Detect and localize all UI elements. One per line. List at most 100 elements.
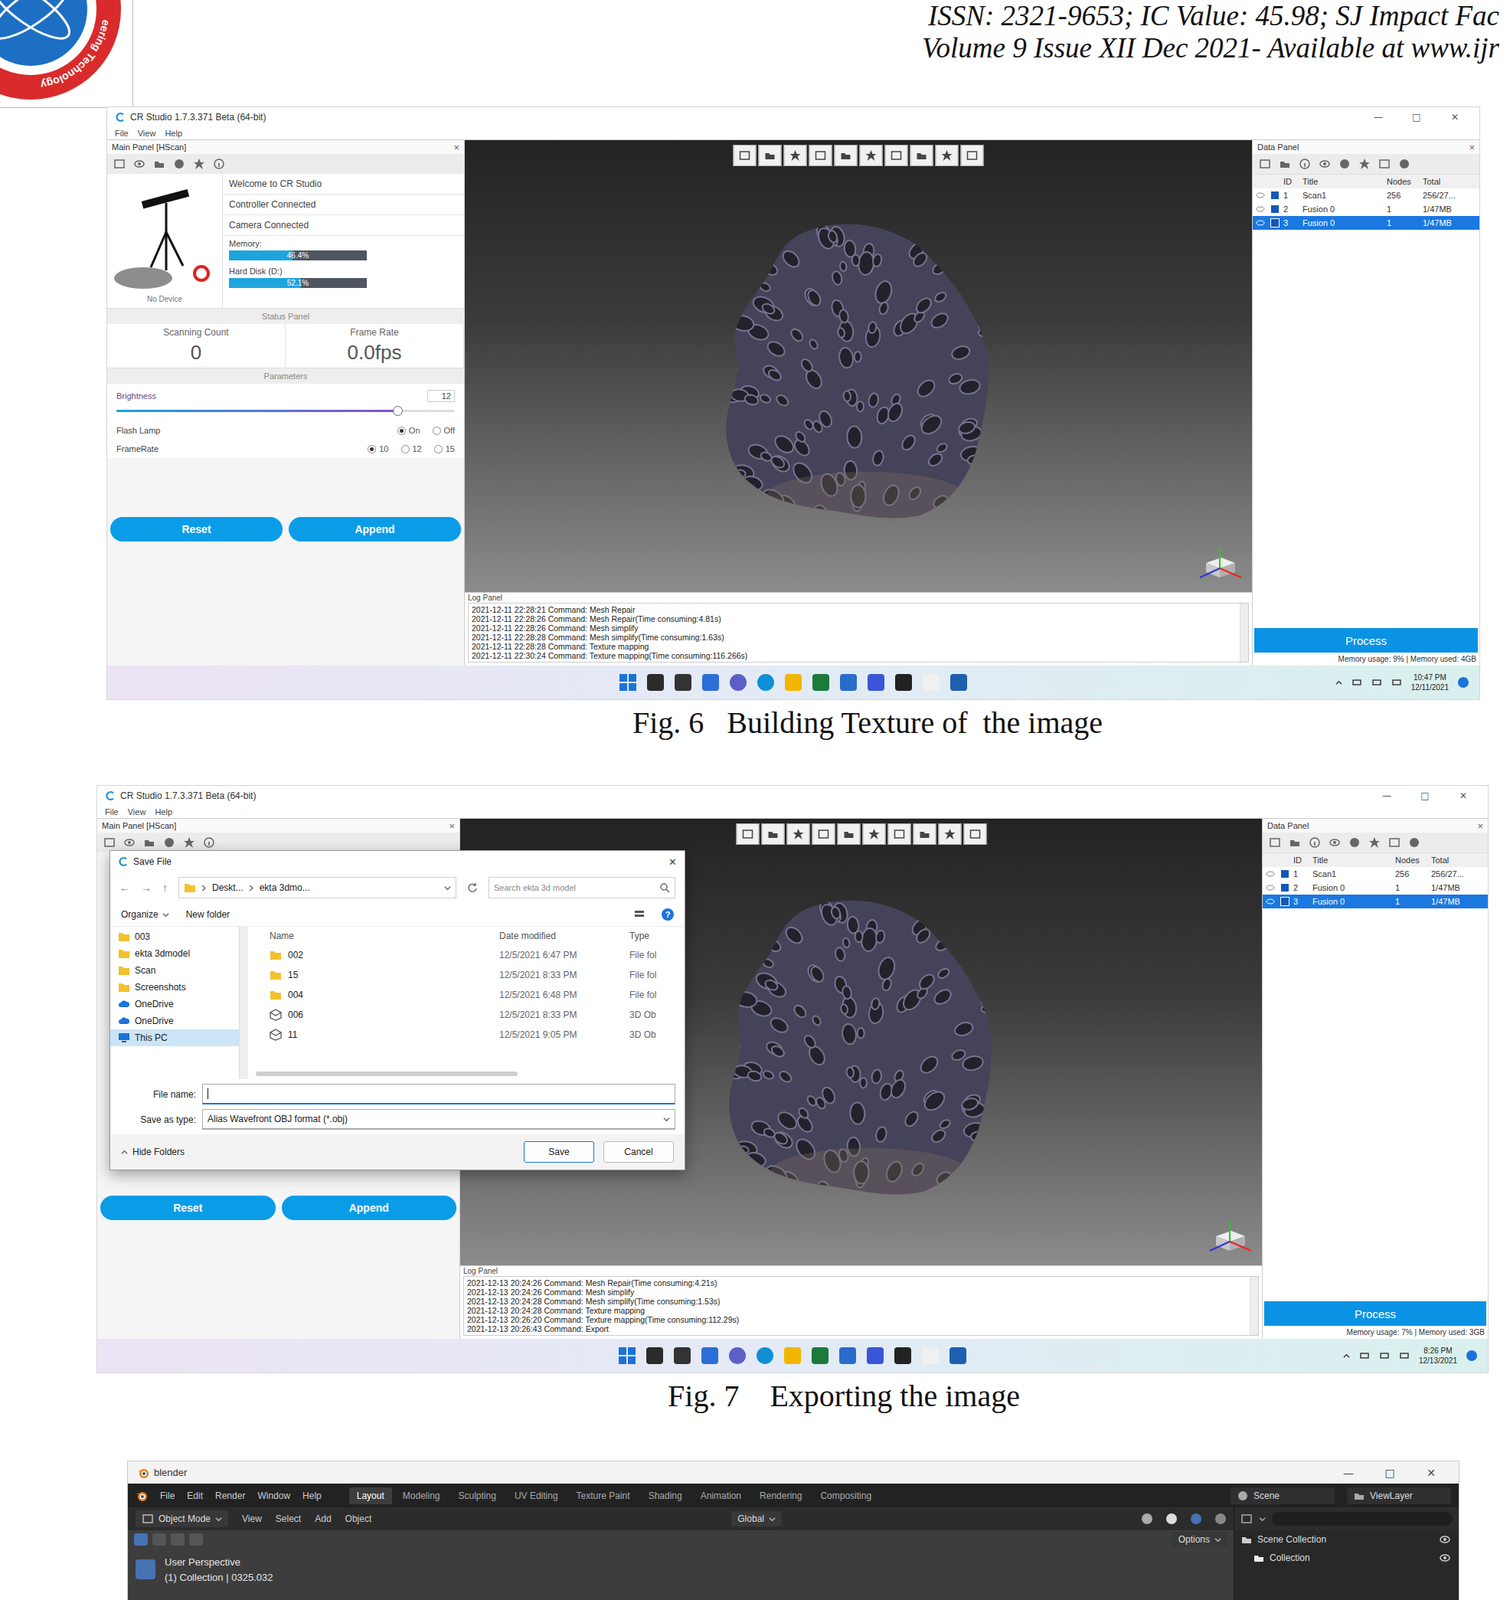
process-button[interactable]: Process xyxy=(1254,627,1478,653)
menu-item[interactable]: Add xyxy=(314,1513,331,1524)
tool-icon[interactable] xyxy=(1318,157,1331,170)
tool-icon[interactable] xyxy=(113,157,126,170)
outliner-item[interactable]: Collection xyxy=(1234,1548,1459,1567)
taskbar-app-icon[interactable] xyxy=(784,1346,801,1364)
tool-icon[interactable] xyxy=(1288,836,1301,849)
window-control[interactable]: — xyxy=(1369,790,1404,801)
visibility-eye-icon[interactable] xyxy=(1265,884,1275,891)
tool-icon[interactable] xyxy=(212,157,226,170)
dialog-tool[interactable]: New folder xyxy=(186,908,230,920)
view-tool-button[interactable] xyxy=(938,823,961,845)
tool-icon[interactable] xyxy=(192,157,206,170)
radio-option[interactable]: 15 xyxy=(434,444,455,454)
dialog-close[interactable]: ✕ xyxy=(668,856,677,868)
select-tool-icon[interactable] xyxy=(135,1559,156,1579)
path-segment[interactable]: Deskt... xyxy=(212,882,244,893)
data-table-row[interactable]: 3Fusion 011/47MB xyxy=(1252,215,1480,230)
dropdown[interactable]: Global xyxy=(731,1510,782,1527)
radio-option[interactable]: On xyxy=(397,425,421,435)
file-row[interactable]: 00412/5/2021 6:48 PMFile fol xyxy=(248,984,685,1005)
tree-item[interactable]: Scan xyxy=(110,961,239,979)
visibility-eye-icon[interactable] xyxy=(1255,205,1265,213)
view-tool-button[interactable] xyxy=(836,823,860,845)
menu-item[interactable]: Render xyxy=(215,1490,246,1501)
scrollbar[interactable] xyxy=(255,1071,518,1076)
view-mode-icon[interactable] xyxy=(634,908,645,920)
panel-close[interactable]: × xyxy=(1477,820,1484,832)
workspace-tab[interactable]: Compositing xyxy=(812,1487,880,1504)
tool-icon[interactable] xyxy=(173,157,186,170)
tool-icon[interactable] xyxy=(1408,836,1421,849)
file-row[interactable]: 1112/5/2021 9:05 PM3D Ob xyxy=(248,1024,685,1045)
tool-icon[interactable] xyxy=(941,149,954,162)
tool-icon[interactable] xyxy=(123,836,136,849)
blender-viewport[interactable]: OptionsUser Perspective(1) Collection | … xyxy=(127,1529,1234,1600)
taskbar-app-icon[interactable] xyxy=(867,673,885,691)
tool-icon[interactable] xyxy=(1268,836,1282,849)
param-value[interactable]: 12 xyxy=(427,389,455,403)
taskbar-app-icon[interactable] xyxy=(673,1346,691,1364)
help-button[interactable]: ? xyxy=(661,908,674,921)
tool-icon[interactable] xyxy=(1388,836,1401,849)
dialog-tool[interactable]: Organize xyxy=(120,908,170,920)
taskbar-app-icon[interactable] xyxy=(895,673,912,691)
tool-icon[interactable] xyxy=(966,149,979,162)
tool-icon[interactable] xyxy=(814,149,827,162)
tool-icon[interactable] xyxy=(892,827,906,840)
tool-icon[interactable] xyxy=(766,827,779,840)
tree-item[interactable]: OneDrive xyxy=(110,995,239,1013)
taskbar-app-icon[interactable] xyxy=(839,1346,857,1364)
tray-icon[interactable] xyxy=(1398,1349,1410,1361)
menu-item[interactable]: View xyxy=(241,1513,262,1524)
tool-icon[interactable] xyxy=(141,1512,154,1525)
scene-field[interactable]: Scene xyxy=(1230,1487,1335,1504)
tool-icon[interactable] xyxy=(943,827,956,840)
tray-icon[interactable] xyxy=(1371,676,1383,688)
taskbar-app-icon[interactable] xyxy=(894,1346,912,1364)
taskbar-app-icon[interactable] xyxy=(647,673,664,691)
menu-item[interactable]: File xyxy=(160,1490,175,1501)
menu-item[interactable]: Help xyxy=(164,128,183,138)
tool-icon[interactable] xyxy=(1358,157,1371,170)
hide-folders-toggle[interactable]: Hide Folders xyxy=(120,1146,185,1158)
address-bar[interactable]: Deskt...ekta 3dmo... xyxy=(178,876,457,899)
notification-icon[interactable] xyxy=(1457,676,1469,688)
taskbar-app-icon[interactable] xyxy=(674,673,692,691)
workspace-tab[interactable]: Shading xyxy=(640,1487,690,1504)
3d-viewport[interactable] xyxy=(464,140,1252,592)
tool-icon[interactable] xyxy=(865,149,878,162)
workspace-tab[interactable]: Modeling xyxy=(395,1487,448,1504)
panel-close[interactable]: × xyxy=(453,141,460,154)
data-table-row[interactable]: 2Fusion 011/47MB xyxy=(1262,880,1488,895)
tool-icon[interactable] xyxy=(103,836,116,849)
view-tool-button[interactable] xyxy=(935,144,959,167)
view-tool-button[interactable] xyxy=(761,823,785,845)
tool-icon[interactable] xyxy=(143,836,156,849)
dialog-button[interactable]: Cancel xyxy=(603,1140,674,1163)
tool-icon[interactable] xyxy=(1278,157,1292,170)
menu-item[interactable]: Help xyxy=(302,1490,322,1501)
radio-option[interactable]: Off xyxy=(432,425,455,435)
column-header[interactable]: Date modified xyxy=(499,930,630,942)
scrollbar[interactable] xyxy=(238,926,248,1079)
slider-track[interactable] xyxy=(116,409,455,412)
tool-icon[interactable] xyxy=(791,827,805,840)
data-table-row[interactable]: 1Scan1256256/27... xyxy=(1262,866,1488,881)
tool-icon[interactable] xyxy=(839,149,853,162)
window-control[interactable]: — xyxy=(1361,111,1396,123)
window-control[interactable]: □ xyxy=(1371,1466,1409,1479)
taskbar-app-icon[interactable] xyxy=(866,1346,884,1364)
tool-icon[interactable] xyxy=(968,827,981,840)
tool-button[interactable] xyxy=(152,1532,167,1546)
slider-thumb[interactable] xyxy=(392,405,403,416)
tool-icon[interactable] xyxy=(1368,836,1381,849)
menu-item[interactable]: Select xyxy=(275,1513,301,1524)
visibility-eye-icon[interactable] xyxy=(1255,192,1265,199)
visibility-eye-icon[interactable] xyxy=(1265,898,1275,905)
action-button[interactable]: Append xyxy=(281,1195,458,1220)
taskbar-app-icon[interactable] xyxy=(812,673,830,691)
nav-button[interactable]: → xyxy=(140,881,152,894)
tool-icon[interactable] xyxy=(817,827,830,840)
menu-item[interactable]: File xyxy=(114,128,129,138)
taskbar-app-icon[interactable] xyxy=(729,673,747,691)
